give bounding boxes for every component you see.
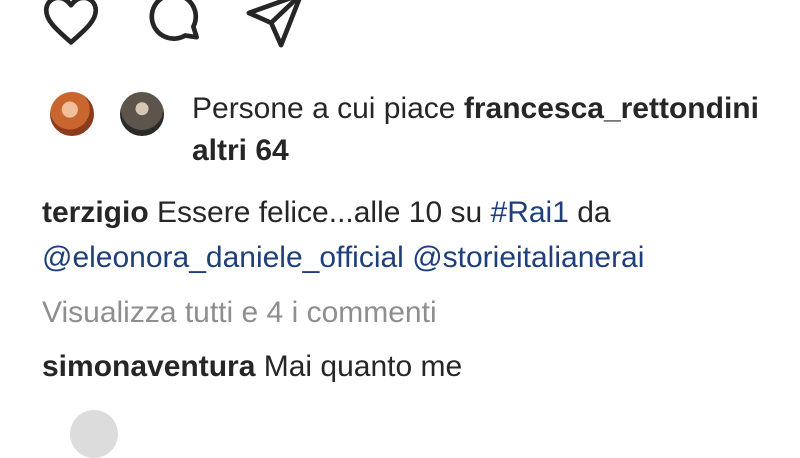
caption-line-2: @eleonora_daniele_official @storieitalia… — [42, 235, 644, 280]
likes-others-count[interactable]: altri 64 — [192, 134, 289, 168]
likes-summary: Persone a cui piace francesca_rettondini — [192, 92, 759, 126]
liker-avatar[interactable] — [118, 90, 166, 138]
caption-line-1: terzigio Essere felice...alle 10 su #Rai… — [42, 190, 644, 235]
post-action-bar — [38, 0, 308, 52]
likes-prefix: Persone a cui piace — [192, 92, 464, 125]
caption-text: Essere felice...alle 10 su — [148, 196, 491, 229]
comment-icon[interactable] — [140, 0, 206, 52]
comment-text: Mai quanto me — [255, 350, 463, 383]
mention-link[interactable]: @eleonora_daniele_official — [42, 241, 404, 274]
comment-row: simonaventura Mai quanto me — [42, 350, 462, 384]
mention-link[interactable]: @storieitalianerai — [412, 241, 644, 274]
send-icon[interactable] — [242, 0, 308, 52]
avatar — [70, 410, 118, 458]
comment-username[interactable]: simonaventura — [42, 350, 255, 383]
caption-username[interactable]: terzigio — [42, 196, 149, 229]
heart-icon[interactable] — [38, 0, 104, 52]
post-caption: terzigio Essere felice...alle 10 su #Rai… — [42, 190, 644, 280]
caption-text-after: da — [568, 196, 611, 229]
view-all-comments-link[interactable]: Visualizza tutti e 4 i commenti — [42, 296, 437, 330]
liker-avatar[interactable] — [48, 90, 96, 138]
hashtag-link[interactable]: #Rai1 — [491, 196, 569, 229]
first-liker-username[interactable]: francesca_rettondini — [464, 92, 759, 125]
likes-section: Persone a cui piace francesca_rettondini… — [48, 88, 800, 178]
